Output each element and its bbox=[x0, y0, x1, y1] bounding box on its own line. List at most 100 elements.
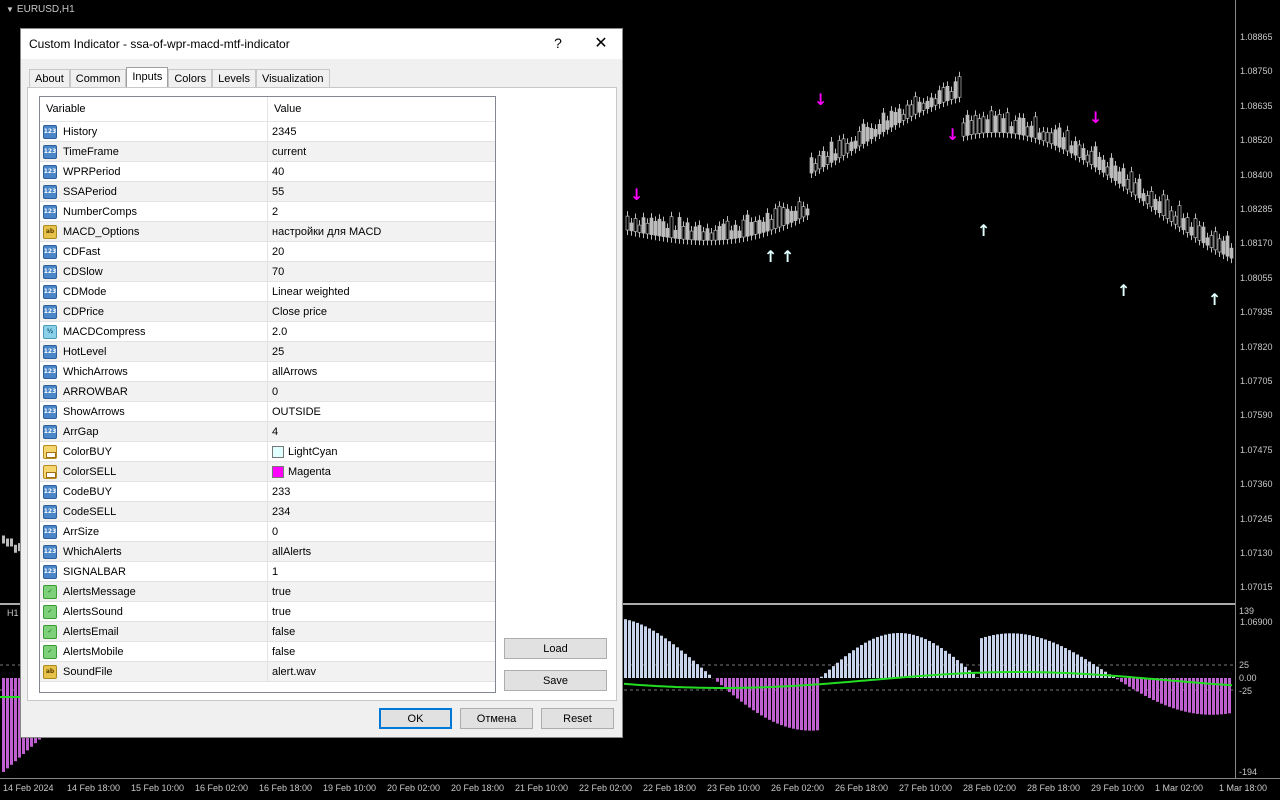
param-value: true bbox=[272, 605, 291, 618]
param-value-cell[interactable]: current bbox=[267, 142, 495, 161]
table-row[interactable]: ab MACD_Options настройки для MACD bbox=[40, 222, 495, 242]
param-value-cell[interactable]: 233 bbox=[267, 482, 495, 501]
tab-visualization[interactable]: Visualization bbox=[255, 69, 330, 88]
param-value-cell[interactable]: 2345 bbox=[267, 122, 495, 141]
int-type-icon: 123 bbox=[43, 524, 57, 539]
param-value-cell[interactable]: LightCyan bbox=[267, 442, 495, 461]
price-label: 1.07590 bbox=[1240, 410, 1273, 421]
tab-common[interactable]: Common bbox=[69, 69, 127, 88]
cancel-button[interactable]: Отмена bbox=[460, 708, 533, 729]
histogram-bar bbox=[1144, 678, 1147, 696]
histogram-bar bbox=[848, 653, 851, 678]
load-button[interactable]: Load bbox=[504, 638, 607, 659]
table-row[interactable]: 123 HotLevel 25 bbox=[40, 342, 495, 362]
ok-button[interactable]: OK bbox=[379, 708, 452, 729]
param-value-cell[interactable]: Magenta bbox=[267, 462, 495, 481]
table-row[interactable]: 123 WhichArrows allArrows bbox=[40, 362, 495, 382]
table-row[interactable]: 123 WhichAlerts allAlerts bbox=[40, 542, 495, 562]
histogram-bar bbox=[1096, 666, 1099, 678]
time-label: 20 Feb 02:00 bbox=[387, 783, 441, 793]
help-icon[interactable]: ? bbox=[551, 35, 565, 51]
histogram-bar bbox=[720, 678, 723, 686]
param-value-cell[interactable]: 55 bbox=[267, 182, 495, 201]
price-label: 1.06900 bbox=[1240, 616, 1273, 627]
reset-button[interactable]: Reset bbox=[541, 708, 614, 729]
param-name: ShowArrows bbox=[63, 405, 125, 418]
param-value-cell[interactable]: alert.wav bbox=[267, 662, 495, 681]
candle-body bbox=[829, 141, 834, 163]
table-row[interactable]: 123 SSAPeriod 55 bbox=[40, 182, 495, 202]
table-row[interactable]: 123 History 2345 bbox=[40, 122, 495, 142]
candle-body bbox=[937, 90, 942, 105]
table-row[interactable]: 123 ShowArrows OUTSIDE bbox=[40, 402, 495, 422]
table-row[interactable]: 123 CodeBUY 233 bbox=[40, 482, 495, 502]
candle-body bbox=[809, 157, 814, 174]
table-row[interactable]: ✓ AlertsMessage true bbox=[40, 582, 495, 602]
parameters-table[interactable]: Variable Value 123 History 2345 123 TimeFram… bbox=[39, 96, 496, 693]
tab-about[interactable]: About bbox=[29, 69, 70, 88]
param-value-cell[interactable]: OUTSIDE bbox=[267, 402, 495, 421]
candle-body bbox=[1121, 168, 1126, 187]
table-row[interactable]: ColorSELL Magenta bbox=[40, 462, 495, 482]
table-row[interactable]: 123 CDSlow 70 bbox=[40, 262, 495, 282]
param-value-cell[interactable]: 70 bbox=[267, 262, 495, 281]
histogram-bar bbox=[748, 678, 751, 708]
histogram-bar bbox=[820, 676, 823, 678]
table-row[interactable]: ✓ AlertsSound true bbox=[40, 602, 495, 622]
candle-body bbox=[925, 100, 930, 109]
param-name-cell: ab SoundFile bbox=[40, 662, 267, 681]
param-value-cell[interactable]: 20 bbox=[267, 242, 495, 261]
table-row[interactable]: ab SoundFile alert.wav bbox=[40, 662, 495, 682]
table-row[interactable]: ✓ AlertsMobile false bbox=[40, 642, 495, 662]
table-row[interactable]: ColorBUY LightCyan bbox=[40, 442, 495, 462]
table-row[interactable]: ✓ AlertsEmail false bbox=[40, 622, 495, 642]
param-value-cell[interactable]: 2 bbox=[267, 202, 495, 221]
param-value-cell[interactable]: Linear weighted bbox=[267, 282, 495, 301]
histogram-bar bbox=[624, 619, 627, 678]
table-row[interactable]: ½ MACDCompress 2.0 bbox=[40, 322, 495, 342]
param-value-cell[interactable]: true bbox=[267, 582, 495, 601]
histogram-bar bbox=[900, 633, 903, 678]
param-value-cell[interactable]: true bbox=[267, 602, 495, 621]
histogram-bar bbox=[768, 678, 771, 720]
param-value-cell[interactable]: Close price bbox=[267, 302, 495, 321]
table-row[interactable]: 123 CodeSELL 234 bbox=[40, 502, 495, 522]
table-row[interactable]: 123 CDFast 20 bbox=[40, 242, 495, 262]
table-row[interactable]: 123 ARROWBAR 0 bbox=[40, 382, 495, 402]
param-value-cell[interactable]: 0 bbox=[267, 382, 495, 401]
close-icon[interactable]: ✕ bbox=[591, 33, 611, 53]
table-row[interactable]: 123 WPRPeriod 40 bbox=[40, 162, 495, 182]
param-value-cell[interactable]: allAlerts bbox=[267, 542, 495, 561]
column-header-variable[interactable]: Variable bbox=[40, 97, 267, 121]
table-row[interactable]: 123 TimeFrame current bbox=[40, 142, 495, 162]
candle-body bbox=[749, 222, 754, 236]
tab-inputs[interactable]: Inputs bbox=[126, 67, 169, 88]
table-row[interactable]: 123 CDMode Linear weighted bbox=[40, 282, 495, 302]
param-value-cell[interactable]: false bbox=[267, 622, 495, 641]
dialog-titlebar[interactable]: Custom Indicator - ssa-of-wpr-macd-mtf-i… bbox=[21, 29, 622, 59]
candle-body bbox=[1221, 240, 1226, 255]
param-value-cell[interactable]: false bbox=[267, 642, 495, 661]
param-value-cell[interactable]: 0 bbox=[267, 522, 495, 541]
param-value-cell[interactable]: 2.0 bbox=[267, 322, 495, 341]
table-row[interactable]: 123 ArrGap 4 bbox=[40, 422, 495, 442]
param-value-cell[interactable]: 40 bbox=[267, 162, 495, 181]
histogram-bar bbox=[1172, 678, 1175, 709]
table-row[interactable]: 123 CDPrice Close price bbox=[40, 302, 495, 322]
param-value-cell[interactable]: allArrows bbox=[267, 362, 495, 381]
candle-body bbox=[10, 538, 13, 547]
tab-levels[interactable]: Levels bbox=[212, 69, 256, 88]
param-name-cell: 123 TimeFrame bbox=[40, 142, 267, 161]
param-value-cell[interactable]: 4 bbox=[267, 422, 495, 441]
column-header-value[interactable]: Value bbox=[267, 97, 495, 121]
tab-colors[interactable]: Colors bbox=[168, 69, 213, 88]
table-row[interactable]: 123 ArrSize 0 bbox=[40, 522, 495, 542]
candle-body bbox=[1169, 210, 1174, 222]
param-value-cell[interactable]: 234 bbox=[267, 502, 495, 521]
param-value-cell[interactable]: 1 bbox=[267, 562, 495, 581]
param-value-cell[interactable]: настройки для MACD bbox=[267, 222, 495, 241]
table-row[interactable]: 123 SIGNALBAR 1 bbox=[40, 562, 495, 582]
param-value-cell[interactable]: 25 bbox=[267, 342, 495, 361]
table-row[interactable]: 123 NumberComps 2 bbox=[40, 202, 495, 222]
save-button[interactable]: Save bbox=[504, 670, 607, 691]
